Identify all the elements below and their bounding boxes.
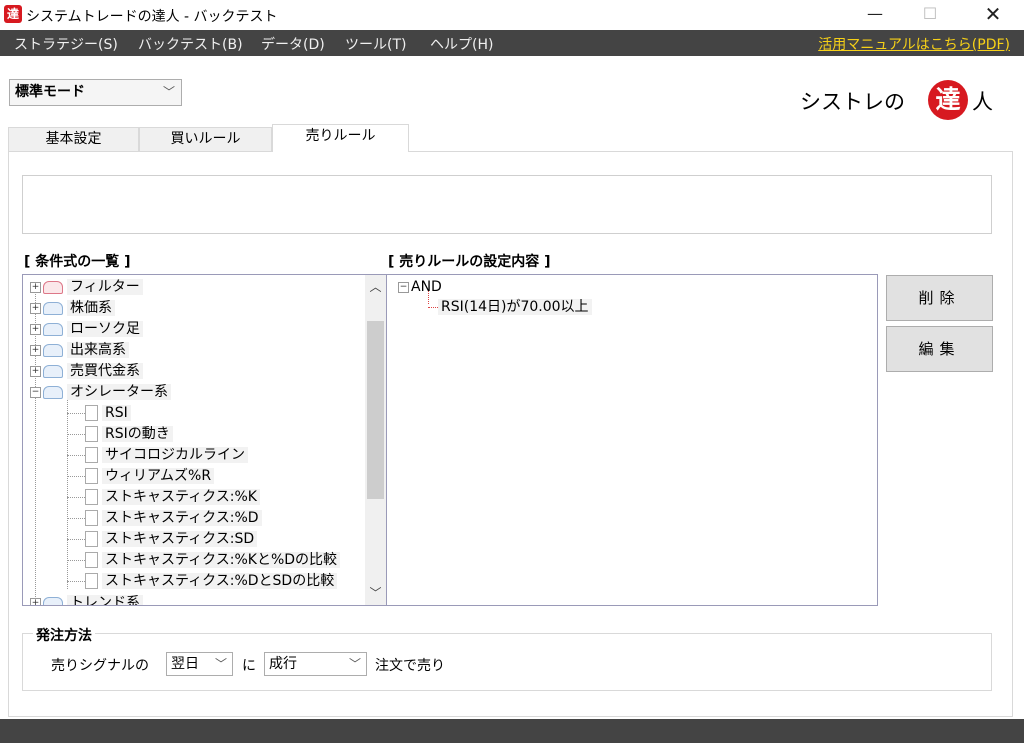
document-icon	[85, 552, 98, 568]
tree-leaf-psychological[interactable]: サイコロジカルライン	[67, 445, 248, 466]
tab-buy-rules[interactable]: 買いルール	[139, 127, 272, 151]
logo-seal: 達	[928, 80, 968, 120]
document-icon	[85, 510, 98, 526]
document-icon	[85, 426, 98, 442]
folder-icon	[43, 322, 63, 336]
mode-select-value: 標準モード	[15, 84, 85, 100]
brand-logo: シストレの 達 人	[800, 76, 1010, 120]
rule-node-and[interactable]: − AND	[398, 277, 442, 298]
manual-pdf-link[interactable]: 活用マニュアルはこちら(PDF)	[818, 34, 1010, 54]
document-icon	[85, 405, 98, 421]
status-bar	[0, 719, 1024, 743]
collapse-icon[interactable]: −	[30, 386, 41, 398]
order-method-label: 発注方法	[33, 625, 95, 645]
order-timing-select[interactable]: 翌日 ﹀	[166, 652, 233, 676]
order-suffix-text: 注文で売り	[375, 658, 445, 674]
menu-help[interactable]: ヘルプ(H)	[430, 34, 493, 54]
collapse-icon[interactable]: −	[398, 281, 409, 293]
tree-leaf-rsi[interactable]: RSI	[67, 403, 131, 424]
maximize-button[interactable]: ☐	[907, 0, 953, 30]
order-timing-value: 翌日	[171, 656, 199, 672]
logo-text: シストレの	[800, 90, 905, 114]
conditions-label: [ 条件式の一覧 ]	[24, 254, 131, 270]
document-icon	[85, 447, 98, 463]
tree-item-trend-partial[interactable]: + トレンド系	[30, 593, 143, 605]
document-icon	[85, 531, 98, 547]
tree-item-oscillator[interactable]: − オシレーター系	[30, 382, 171, 403]
tab-sell-rules[interactable]: 売りルール	[272, 124, 409, 152]
folder-icon	[43, 301, 63, 315]
order-type-value: 成行	[269, 656, 297, 672]
tree-leaf-rsi-movement[interactable]: RSIの動き	[67, 424, 173, 445]
tab-basic-settings[interactable]: 基本設定	[8, 127, 139, 151]
expand-icon[interactable]: +	[30, 281, 41, 293]
scroll-up-icon[interactable]: ︿	[365, 275, 386, 299]
chevron-down-icon: ﹀	[348, 657, 361, 671]
tree-leaf-stoch-d-vs-sd[interactable]: ストキャスティクス:%DとSDの比較	[67, 571, 338, 592]
tree-leaf-stoch-d[interactable]: ストキャスティクス:%D	[67, 508, 262, 529]
mode-select[interactable]: 標準モード ﹀	[9, 79, 182, 106]
expand-icon[interactable]: +	[30, 365, 41, 377]
tree-leaf-stoch-k[interactable]: ストキャスティクス:%K	[67, 487, 260, 508]
tree-leaf-stoch-sd[interactable]: ストキャスティクス:SD	[67, 529, 258, 550]
rule-settings-tree[interactable]: − AND RSI(14日)が70.00以上	[386, 274, 878, 606]
menu-bar: ストラテジー(S) バックテスト(B) データ(D) ツール(T) ヘルプ(H)…	[0, 30, 1024, 56]
expand-icon[interactable]: +	[30, 323, 41, 335]
tree-item-volume[interactable]: + 出来高系	[30, 340, 129, 361]
tree-leaf-williams-r[interactable]: ウィリアムズ%R	[67, 466, 215, 487]
scroll-down-icon[interactable]: ﹀	[365, 581, 386, 605]
app-icon: 達	[4, 5, 22, 23]
logo-tail: 人	[972, 90, 993, 114]
close-button[interactable]: ✕	[970, 0, 1016, 30]
expand-icon[interactable]: +	[30, 302, 41, 314]
order-prefix-text: 売りシグナルの	[51, 658, 149, 674]
menu-tools[interactable]: ツール(T)	[345, 34, 406, 54]
expand-icon[interactable]: +	[30, 344, 41, 356]
delete-button[interactable]: 削除	[886, 275, 993, 321]
tree-item-candlestick[interactable]: + ローソク足	[30, 319, 143, 340]
tree-item-price[interactable]: + 株価系	[30, 298, 115, 319]
menu-strategy[interactable]: ストラテジー(S)	[14, 34, 118, 54]
edit-button[interactable]: 編集	[886, 326, 993, 372]
order-type-select[interactable]: 成行 ﹀	[264, 652, 367, 676]
menu-backtest[interactable]: バックテスト(B)	[138, 34, 243, 54]
window-title: システムトレードの達人 - バックテスト	[26, 9, 278, 25]
order-mid-text: に	[242, 658, 256, 674]
chevron-down-icon: ﹀	[162, 85, 175, 99]
chevron-down-icon: ﹀	[214, 657, 227, 671]
folder-icon	[43, 280, 63, 294]
document-icon	[85, 489, 98, 505]
scroll-thumb[interactable]	[367, 321, 384, 499]
expand-icon[interactable]: +	[30, 597, 41, 605]
tree-leaf-stoch-k-vs-d[interactable]: ストキャスティクス:%Kと%Dの比較	[67, 550, 341, 571]
folder-icon	[43, 385, 63, 399]
conditions-scrollbar[interactable]: ︿ ﹀	[365, 275, 386, 605]
document-icon	[85, 468, 98, 484]
tree-item-turnover[interactable]: + 売買代金系	[30, 361, 143, 382]
menu-data[interactable]: データ(D)	[261, 34, 325, 54]
rule-description-box	[22, 175, 992, 234]
tree-item-filter[interactable]: + フィルター	[30, 277, 143, 298]
folder-icon	[43, 364, 63, 378]
rule-settings-label: [ 売りルールの設定内容 ]	[388, 254, 551, 270]
conditions-tree[interactable]: + フィルター + 株価系 + ローソク足 + 出来高系 + 売買代金系 − オシレーター系…	[22, 274, 387, 606]
document-icon	[85, 573, 98, 589]
folder-icon	[43, 343, 63, 357]
folder-icon	[43, 596, 63, 605]
rule-node-condition[interactable]: RSI(14日)が70.00以上	[428, 297, 592, 318]
minimize-button[interactable]: —	[852, 0, 898, 30]
